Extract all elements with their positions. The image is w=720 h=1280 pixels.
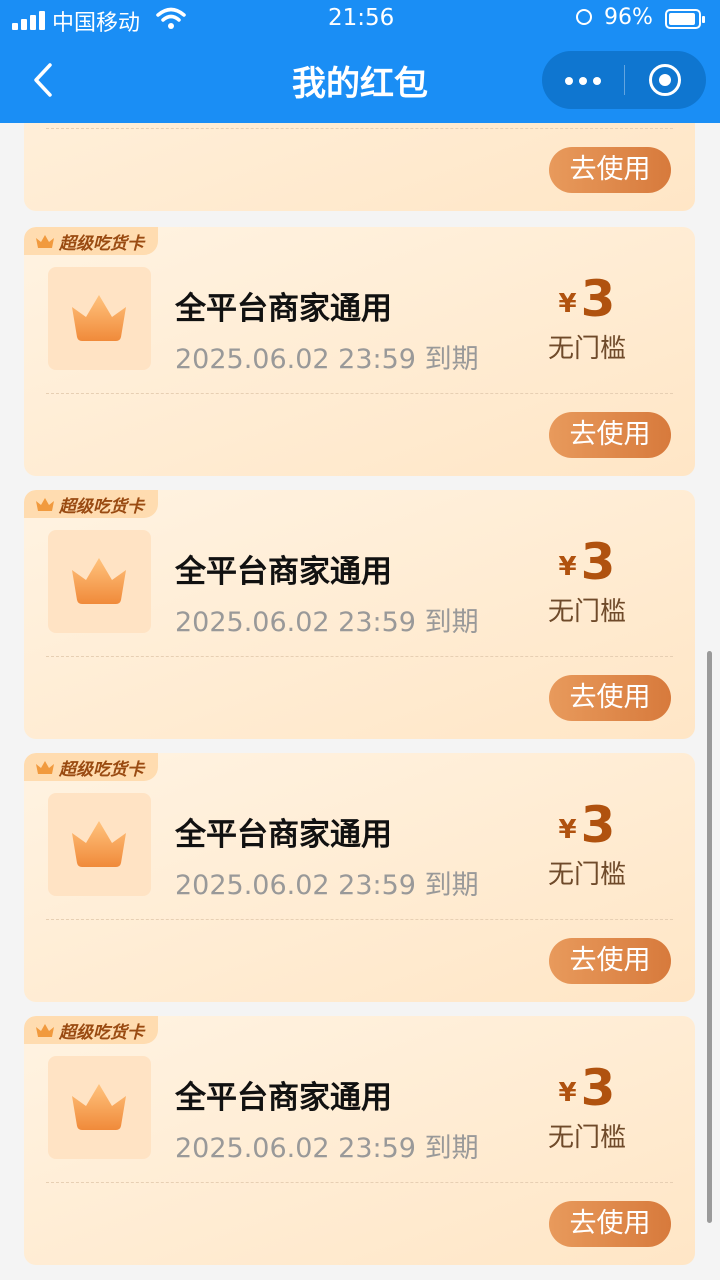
- currency-symbol: ¥: [558, 1078, 577, 1108]
- coupon-thumbnail: [48, 267, 151, 370]
- coupon-amount: ¥3: [517, 1062, 657, 1114]
- app-header: 中国移动 21:56 96% 我的红包: [0, 0, 720, 123]
- coupon-expiry: 2025.06.02 23:59 到期: [175, 607, 479, 638]
- crown-icon: [72, 1084, 126, 1130]
- coupon-card[interactable]: 超级吃货卡全平台商家通用 2025.06.02 23:59 到期 ¥3 无门槛去使用: [24, 490, 695, 739]
- coupon-title: 全平台商家通用: [175, 554, 392, 590]
- signal-icon: [12, 10, 46, 30]
- use-coupon-button[interactable]: 去使用: [549, 675, 671, 721]
- coupon-card[interactable]: 超级吃货卡全平台商家通用 2025.06.02 23:59 到期 ¥3 无门槛去使用: [24, 1016, 695, 1265]
- coupon-badge: 超级吃货卡: [24, 490, 158, 518]
- badge-label: 超级吃货卡: [59, 1022, 144, 1043]
- divider: [46, 393, 673, 394]
- badge-label: 超级吃货卡: [59, 759, 144, 780]
- crown-icon: [36, 1024, 54, 1037]
- status-bar: 中国移动 21:56 96%: [0, 0, 720, 40]
- currency-symbol: ¥: [558, 815, 577, 845]
- crown-icon: [72, 295, 126, 341]
- coupon-title: 全平台商家通用: [175, 817, 392, 853]
- coupon-card-partial: 去使用: [24, 123, 695, 211]
- wifi-icon: [156, 7, 186, 29]
- coupon-list[interactable]: 去使用 超级吃货卡 全平台商家通用 2025.06.02 23:59 到期 ¥3 无门槛…: [0, 123, 720, 1280]
- coupon-threshold: 无门槛: [547, 334, 626, 364]
- divider: [46, 656, 673, 657]
- mini-program-capsule: [542, 51, 706, 109]
- use-coupon-button[interactable]: 去使用: [549, 938, 671, 984]
- currency-symbol: ¥: [558, 552, 577, 582]
- coupon-thumbnail: [48, 530, 151, 633]
- badge-label: 超级吃货卡: [59, 233, 144, 254]
- coupon-threshold: 无门槛: [547, 860, 626, 890]
- coupon-amount: ¥3: [517, 799, 657, 851]
- coupon-expiry: 2025.06.02 23:59 到期: [175, 344, 479, 375]
- close-miniprogram-button[interactable]: [624, 51, 706, 109]
- currency-symbol: ¥: [558, 289, 577, 319]
- crown-icon: [72, 821, 126, 867]
- coupon-amount: ¥3: [517, 536, 657, 588]
- battery-icon: [665, 9, 705, 29]
- amount-value: 3: [580, 796, 616, 854]
- coupon-thumbnail: [48, 793, 151, 896]
- coupon-threshold: 无门槛: [547, 1123, 626, 1153]
- coupon-card[interactable]: 超级吃货卡全平台商家通用 2025.06.02 23:59 到期 ¥3 无门槛去使用: [24, 753, 695, 1002]
- scrollbar[interactable]: [707, 651, 712, 1223]
- badge-label: 超级吃货卡: [59, 496, 144, 517]
- coupon-amount: ¥3: [517, 273, 657, 325]
- clock: 21:56: [328, 5, 395, 31]
- coupon-title: 全平台商家通用: [175, 291, 392, 327]
- crown-icon: [36, 761, 54, 774]
- use-coupon-button[interactable]: 去使用: [549, 1201, 671, 1247]
- divider: [46, 1182, 673, 1183]
- crown-icon: [36, 498, 54, 511]
- divider: [46, 919, 673, 920]
- coupon-expiry: 2025.06.02 23:59 到期: [175, 1133, 479, 1164]
- coupon-thumbnail: [48, 1056, 151, 1159]
- battery-percent: 96%: [604, 5, 653, 30]
- use-coupon-button[interactable]: 去使用: [549, 147, 671, 193]
- coupon-threshold: 无门槛: [547, 597, 626, 627]
- coupon-expiry: 2025.06.02 23:59 到期: [175, 870, 479, 901]
- coupon-badge: 超级吃货卡: [24, 1016, 158, 1044]
- use-coupon-button[interactable]: 去使用: [549, 412, 671, 458]
- rotation-lock-icon: [576, 9, 592, 25]
- coupon-badge: 超级吃货卡: [24, 227, 158, 255]
- coupon-title: 全平台商家通用: [175, 1080, 392, 1116]
- coupon-card[interactable]: 超级吃货卡全平台商家通用 2025.06.02 23:59 到期 ¥3 无门槛去使用: [24, 227, 695, 476]
- divider: [46, 128, 673, 129]
- crown-icon: [72, 558, 126, 604]
- coupon-badge: 超级吃货卡: [24, 753, 158, 781]
- crown-icon: [36, 235, 54, 248]
- carrier-label: 中国移动: [52, 11, 141, 36]
- more-options-button[interactable]: [542, 51, 624, 109]
- amount-value: 3: [580, 1059, 616, 1117]
- amount-value: 3: [580, 270, 616, 328]
- amount-value: 3: [580, 533, 616, 591]
